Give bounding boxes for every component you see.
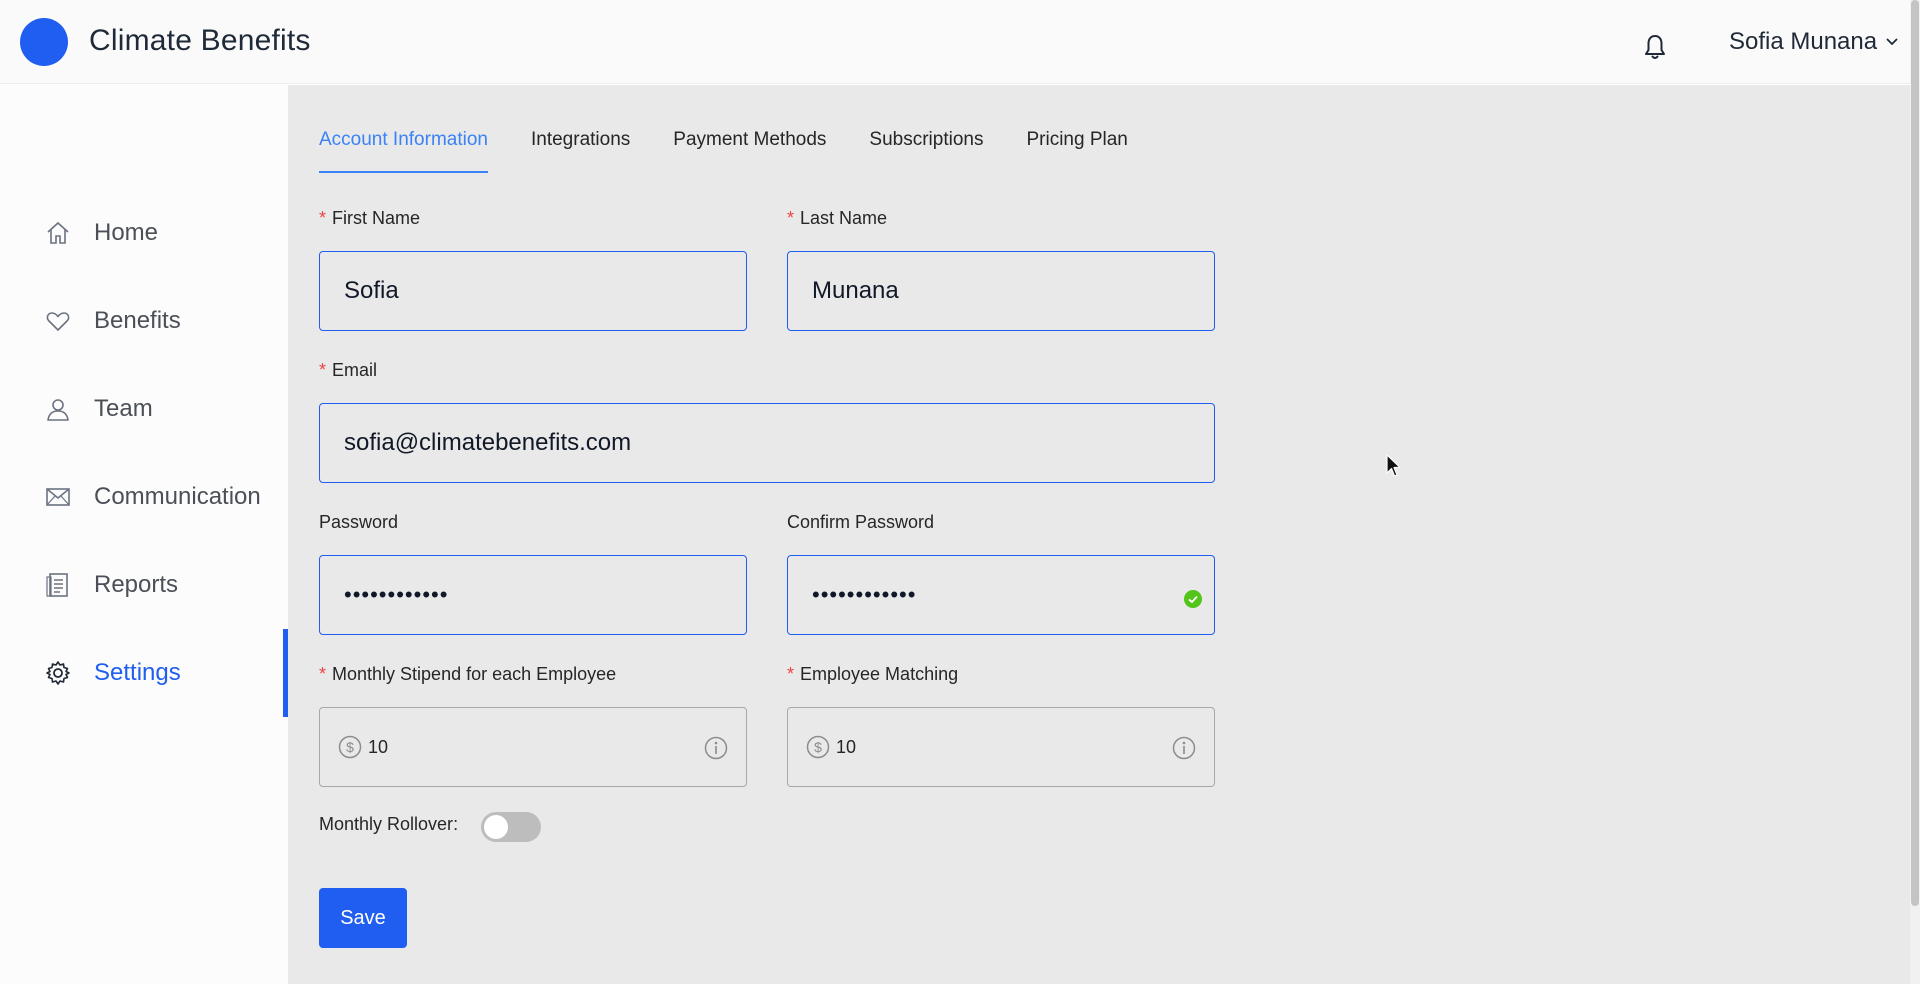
first-name-value: Sofia: [344, 277, 399, 304]
sidebar-item-label: Settings: [94, 659, 181, 686]
page-scrollbar[interactable]: [1910, 0, 1920, 984]
home-icon: [47, 221, 69, 244]
sidebar-item-benefits[interactable]: Benefits: [0, 277, 288, 365]
email-label-text: Email: [332, 360, 378, 380]
sidebar-item-label: Reports: [94, 571, 179, 598]
mail-icon: [46, 488, 70, 506]
first-name-label: * First Name: [319, 208, 420, 229]
password-input[interactable]: ••••••••••••: [319, 555, 747, 635]
app-title: Climate Benefits: [89, 24, 311, 57]
mouse-cursor-icon: [1386, 454, 1401, 477]
scrollbar-thumb[interactable]: [1911, 0, 1919, 906]
email-value: sofia@climatebenefits.com: [344, 429, 632, 456]
user-name: Sofia Munana: [1729, 28, 1878, 55]
matching-input[interactable]: $ 10: [787, 707, 1215, 787]
password-value: ••••••••••••: [344, 582, 449, 607]
gear-icon: [46, 661, 70, 685]
sidebar-item-label: Team: [94, 395, 153, 422]
chevron-down-icon: [1886, 38, 1898, 46]
sidebar-item-reports[interactable]: Reports: [0, 541, 288, 629]
required-mark: *: [319, 208, 327, 228]
stipend-label-text: Monthly Stipend for each Employee: [332, 664, 617, 684]
sidebar: Home Benefits Team Communication Reports: [0, 85, 288, 984]
stipend-input[interactable]: $ 10: [319, 707, 747, 787]
matching-label-text: Employee Matching: [800, 664, 959, 684]
first-name-input[interactable]: Sofia: [319, 251, 747, 331]
required-mark: *: [787, 664, 795, 684]
svg-text:$: $: [346, 739, 354, 755]
sidebar-item-label: Communication: [94, 483, 261, 510]
toggle-knob: [484, 815, 508, 839]
rollover-toggle[interactable]: [481, 812, 541, 842]
stipend-value: 10: [368, 736, 389, 757]
required-mark: *: [319, 360, 327, 380]
check-circle-icon: [1184, 590, 1202, 608]
last-name-input[interactable]: Munana: [787, 251, 1215, 331]
sidebar-item-home[interactable]: Home: [0, 189, 288, 277]
dollar-circle-icon: $: [806, 735, 830, 759]
app-logo[interactable]: [20, 18, 68, 66]
matching-label: * Employee Matching: [787, 664, 958, 685]
bell-icon[interactable]: [1643, 33, 1667, 61]
rollover-label: Monthly Rollover:: [319, 814, 458, 835]
rollover-label-text: Monthly Rollover: [319, 814, 454, 834]
tab-integrations[interactable]: Integrations: [531, 129, 630, 173]
last-name-label: * Last Name: [787, 208, 887, 229]
save-button[interactable]: Save: [319, 888, 407, 948]
tab-pricing-plan[interactable]: Pricing Plan: [1026, 129, 1127, 173]
email-label: * Email: [319, 360, 377, 381]
sidebar-item-label: Home: [94, 219, 159, 246]
sidebar-item-label: Benefits: [94, 307, 181, 334]
tab-subscriptions[interactable]: Subscriptions: [869, 129, 983, 173]
dollar-circle-icon: $: [338, 735, 362, 759]
tab-account-information[interactable]: Account Information: [319, 129, 488, 173]
user-menu[interactable]: Sofia Munana: [1729, 28, 1899, 56]
sidebar-item-communication[interactable]: Communication: [0, 453, 288, 541]
sidebar-item-team[interactable]: Team: [0, 365, 288, 453]
last-name-value: Munana: [812, 277, 899, 304]
confirm-password-input[interactable]: ••••••••••••: [787, 555, 1215, 635]
matching-value: 10: [836, 736, 857, 757]
info-icon[interactable]: [704, 736, 728, 760]
confirm-password-value: ••••••••••••: [812, 582, 917, 607]
top-header: Climate Benefits Sofia Munana: [0, 0, 1910, 84]
heart-icon: [46, 312, 70, 331]
info-icon[interactable]: [1172, 736, 1196, 760]
rollover-colon: :: [453, 814, 459, 834]
user-icon: [47, 399, 69, 421]
required-mark: *: [319, 664, 327, 684]
last-name-label-text: Last Name: [800, 208, 888, 228]
required-mark: *: [787, 208, 795, 228]
stipend-label: * Monthly Stipend for each Employee: [319, 664, 616, 685]
document-icon: [46, 573, 68, 597]
email-field[interactable]: sofia@climatebenefits.com: [319, 403, 1215, 483]
first-name-label-text: First Name: [332, 208, 421, 228]
main-content: Account Information Integrations Payment…: [288, 85, 1910, 984]
tab-payment-methods[interactable]: Payment Methods: [673, 129, 826, 173]
confirm-password-label: Confirm Password: [787, 512, 935, 532]
svg-text:$: $: [814, 739, 822, 755]
sidebar-item-settings[interactable]: Settings: [0, 629, 288, 717]
password-label: Password: [319, 512, 399, 532]
settings-tabs: Account Information Integrations Payment…: [319, 129, 1171, 173]
